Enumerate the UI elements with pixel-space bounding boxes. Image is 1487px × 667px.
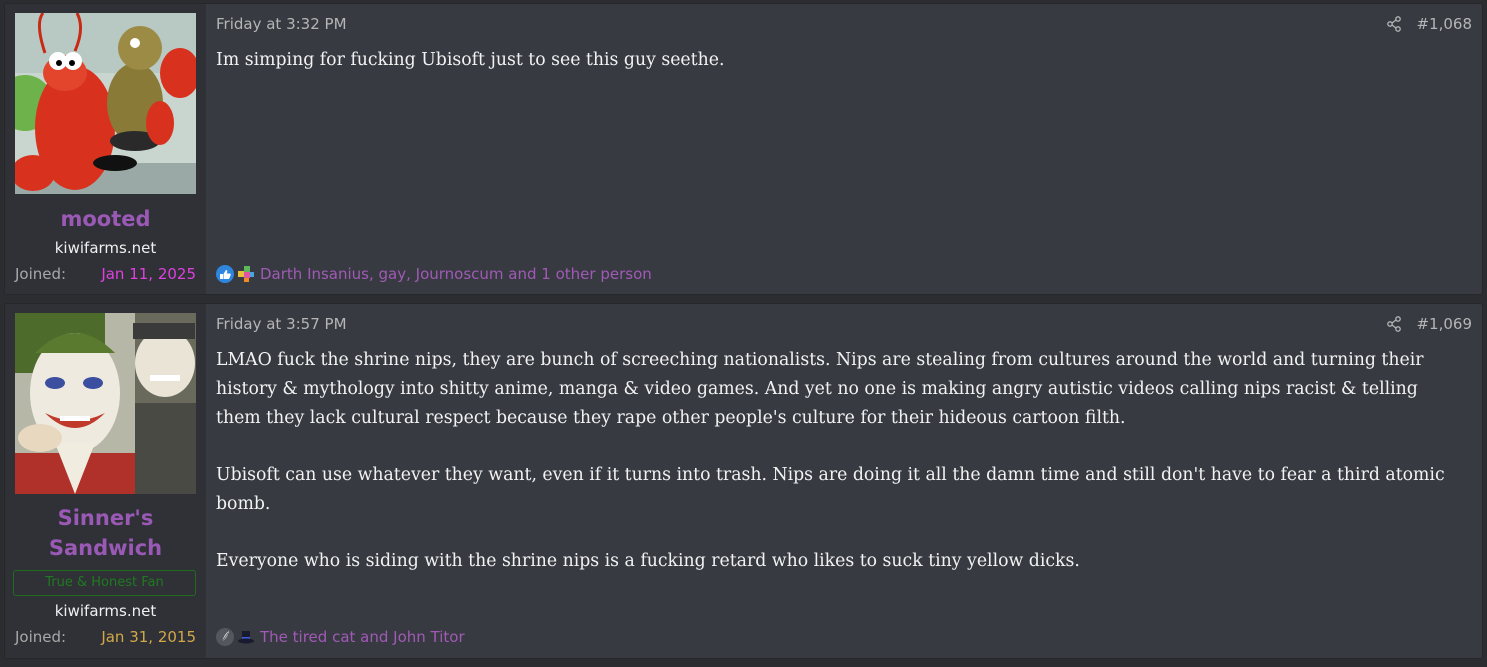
post-number[interactable]: #1,068 [1416,15,1472,33]
post-date[interactable]: Friday at 3:32 PM [216,15,347,33]
post-body: Im simping for fucking Ubisoft just to s… [216,46,1462,103]
avatar[interactable] [15,313,196,494]
joined-date: Jan 11, 2025 [101,265,196,283]
joined-label: Joined: [15,265,67,283]
post-1069: Sinner's Sandwich True & Honest Fan kiwi… [4,303,1483,659]
joined-row: Joined: Jan 31, 2015 [15,628,196,646]
user-info: Sinner's Sandwich True & Honest Fan kiwi… [5,304,206,658]
avatar[interactable] [15,13,196,194]
post-content: Friday at 3:32 PM #1,068 Im simping for … [206,4,1482,294]
puzzle-icon [238,266,254,282]
top-hat-icon [238,631,254,644]
username-line-1[interactable]: Sinner's [5,503,206,533]
reaction-users-link[interactable]: Darth Insanius, gay, Journoscum and 1 ot… [260,265,652,283]
joined-date: Jan 31, 2015 [101,628,196,646]
like-icon [216,265,234,283]
user-info: mooted kiwifarms.net Joined: Jan 11, 202… [5,4,206,294]
post-date[interactable]: Friday at 3:57 PM [216,315,347,333]
username-line-2[interactable]: Sandwich [5,533,206,563]
post-1068: mooted kiwifarms.net Joined: Jan 11, 202… [4,3,1483,295]
username[interactable]: mooted [5,204,206,234]
joined-row: Joined: Jan 11, 2025 [15,265,196,283]
post-meta: #1,068 [1386,15,1472,33]
post-paragraph-3: Everyone who is siding with the shrine n… [216,551,1080,571]
post-meta: #1,069 [1386,315,1472,333]
reaction-users-link[interactable]: The tired cat and John Titor [260,628,465,646]
share-icon[interactable] [1386,16,1402,32]
post-paragraph-1: LMAO fuck the shrine nips, they are bunc… [216,350,1424,428]
post-paragraph: Im simping for fucking Ubisoft just to s… [216,50,725,70]
site-label: kiwifarms.net [54,602,157,620]
site-label: kiwifarms.net [54,239,157,257]
feather-icon [216,628,234,646]
joined-label: Joined: [15,628,67,646]
user-title-badge: True & Honest Fan [13,570,196,596]
share-icon[interactable] [1386,316,1402,332]
post-body: LMAO fuck the shrine nips, they are bunc… [216,346,1462,604]
reactions-bar: Darth Insanius, gay, Journoscum and 1 ot… [215,264,652,284]
post-content: Friday at 3:57 PM #1,069 LMAO fuck the s… [206,304,1482,658]
post-number[interactable]: #1,069 [1416,315,1472,333]
post-paragraph-2: Ubisoft can use whatever they want, even… [216,465,1445,514]
reactions-bar: The tired cat and John Titor [215,627,465,647]
